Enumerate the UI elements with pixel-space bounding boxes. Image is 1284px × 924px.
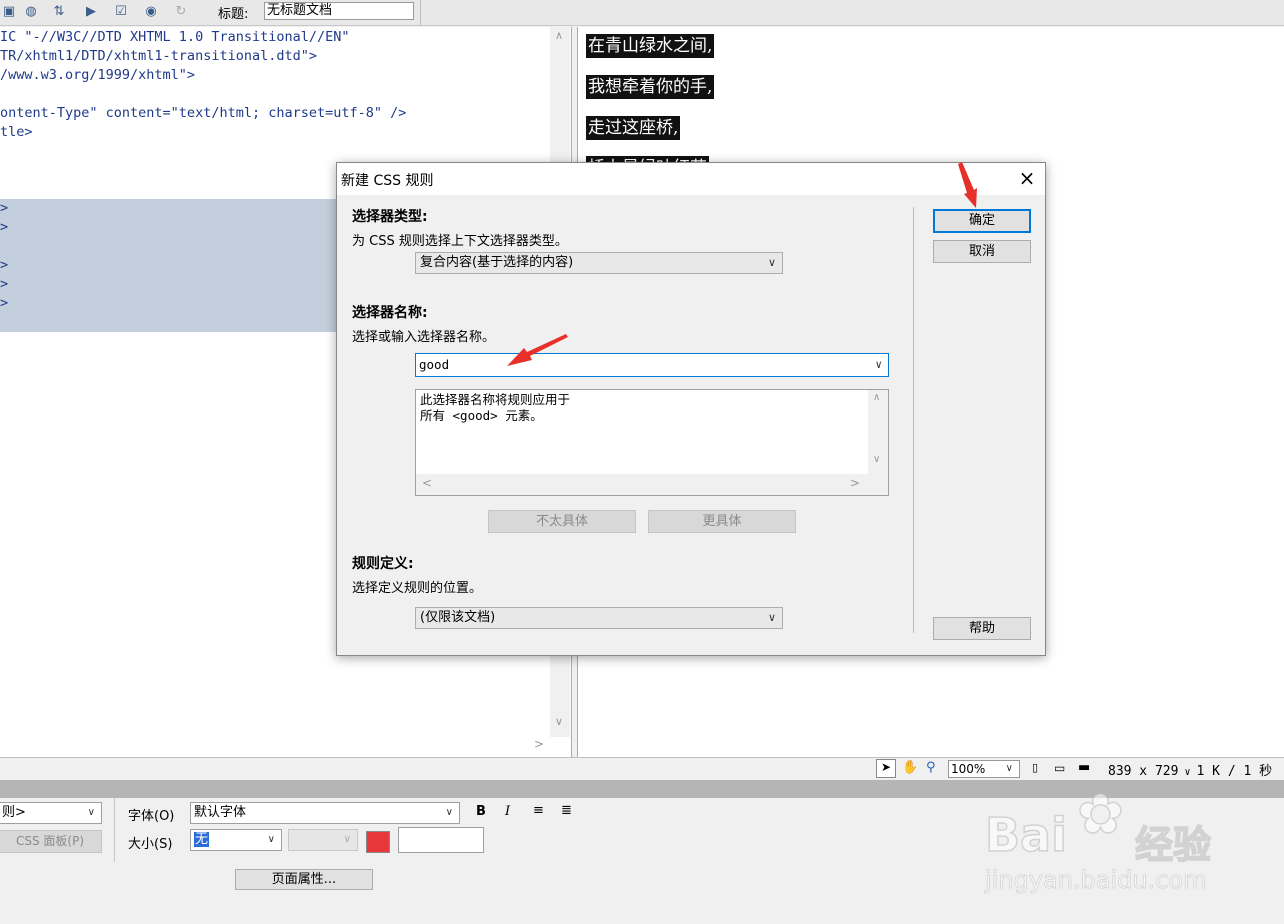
annotation-arrow-icon <box>958 162 977 208</box>
baidu-watermark: Bai ✿ 经验 jingyan.baidu.com <box>984 781 1275 902</box>
paw-icon: ✿ <box>1076 781 1124 848</box>
watermark-brand-cn: 经验 <box>1134 822 1212 868</box>
watermark-url: jingyan.baidu.com <box>985 866 1207 895</box>
annotation-arrow-icon <box>507 334 568 366</box>
watermark-brand: Bai <box>984 807 1067 863</box>
